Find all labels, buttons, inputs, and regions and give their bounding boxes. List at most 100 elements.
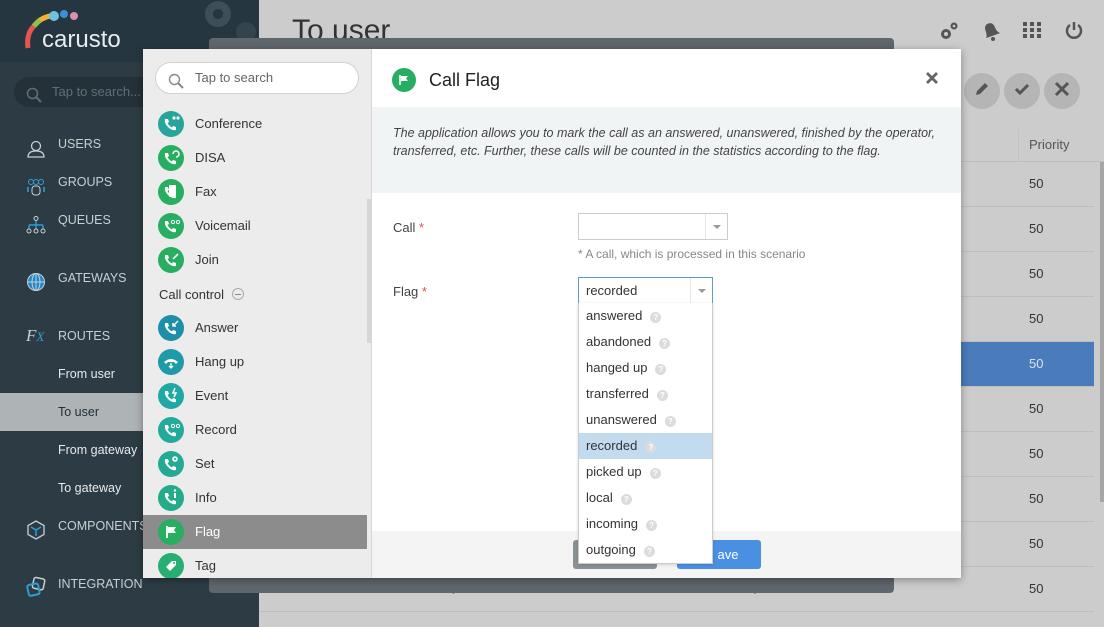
help-icon[interactable]: ? — [649, 468, 661, 479]
palette-group-call-control[interactable]: Call control — [159, 287, 245, 302]
flag-option[interactable]: unanswered? — [579, 407, 712, 433]
help-icon[interactable]: ? — [645, 442, 657, 453]
search-icon — [26, 84, 42, 114]
palette-search-input[interactable]: Tap to search — [155, 62, 359, 94]
flag-option[interactable]: hanged up? — [579, 355, 712, 381]
palette-item-flag[interactable]: Flag — [143, 515, 367, 549]
group-icon — [26, 173, 46, 196]
integration-icon — [26, 575, 46, 597]
flag-option[interactable]: local? — [579, 485, 712, 511]
palette-item-fax[interactable]: Fax — [143, 175, 367, 209]
palette-item-join[interactable]: Join — [143, 243, 367, 277]
logo[interactable]: carusto — [22, 8, 142, 56]
search-icon — [168, 70, 184, 100]
fax-icon — [158, 179, 184, 205]
palette-item-label: Info — [195, 490, 217, 505]
help-icon[interactable]: ? — [655, 364, 667, 375]
row-priority: 50 — [1029, 266, 1044, 281]
settings-icon[interactable] — [938, 20, 958, 42]
flag-option[interactable]: answered? — [579, 303, 712, 329]
help-icon[interactable]: ? — [643, 546, 655, 557]
row-priority: 50 — [1029, 491, 1044, 506]
flag-option-label: transferred — [586, 386, 649, 401]
nav-label: USERS — [58, 137, 102, 151]
flag-icon — [158, 519, 184, 545]
event-icon — [158, 383, 184, 409]
flag-option[interactable]: outgoing? — [579, 537, 712, 563]
flag-select[interactable]: recorded — [578, 277, 713, 304]
check-icon — [1013, 80, 1031, 103]
call-flag-dialog: Tap to search Conference DISA Fax Voicemail… — [143, 49, 961, 578]
top-toolbar — [938, 20, 1084, 42]
cancel-action-button[interactable] — [1044, 73, 1080, 109]
edit-button[interactable] — [964, 73, 1000, 109]
flag-option-label: outgoing — [586, 542, 636, 557]
palette-item-record[interactable]: Record — [143, 413, 367, 447]
row-priority: 50 — [1029, 356, 1044, 371]
palette-item-info[interactable]: Info — [143, 481, 367, 515]
row-priority: 50 — [1029, 536, 1044, 551]
palette-item-label: DISA — [195, 150, 226, 165]
apps-grid-icon[interactable] — [1022, 20, 1042, 42]
flag-icon — [392, 68, 416, 92]
fx-icon: fx — [26, 326, 45, 345]
set-icon — [158, 451, 184, 477]
palette-item-conference[interactable]: Conference — [143, 107, 367, 141]
user-icon — [26, 135, 46, 158]
row-priority: 50 — [1029, 311, 1044, 326]
flag-option[interactable]: incoming? — [579, 511, 712, 537]
nav-sub-label: To user — [58, 405, 99, 419]
help-icon[interactable]: ? — [659, 338, 671, 349]
dialog-description: The application allows you to mark the c… — [372, 107, 961, 193]
row-priority: 50 — [1029, 446, 1044, 461]
help-icon[interactable]: ? — [650, 312, 662, 323]
power-icon[interactable] — [1064, 20, 1084, 42]
call-field-hint: * A call, which is processed in this sce… — [578, 247, 806, 261]
palette-item-hang-up[interactable]: Hang up — [143, 345, 367, 379]
palette-item-event[interactable]: Event — [143, 379, 367, 413]
flag-option-label: hanged up — [586, 360, 648, 375]
table-scrollbar[interactable] — [1100, 162, 1104, 502]
palette-item-tag[interactable]: Tag — [143, 549, 367, 578]
flag-option[interactable]: transferred? — [579, 381, 712, 407]
nav-sub-label: From gateway — [58, 443, 138, 457]
confirm-button[interactable] — [1004, 73, 1040, 109]
queue-icon — [26, 211, 46, 234]
call-select[interactable] — [578, 213, 728, 240]
help-icon[interactable]: ? — [664, 416, 676, 427]
flag-options-dropdown: answered? abandoned? hanged up? transferred… — [578, 303, 713, 564]
dialog-header: Call Flag — [372, 49, 961, 107]
palette-item-label: Set — [195, 456, 215, 471]
help-icon[interactable]: ? — [620, 494, 632, 505]
flag-settings-panel: Call Flag The application allows you to … — [372, 49, 961, 578]
palette-item-label: Join — [195, 252, 219, 267]
answer-icon — [158, 315, 184, 341]
close-dialog-button[interactable] — [925, 69, 939, 89]
nav-label: INTEGRATION — [58, 577, 143, 591]
palette-item-voicemail[interactable]: Voicemail — [143, 209, 367, 243]
palette-item-label: Hang up — [195, 354, 245, 369]
palette-item-disa[interactable]: DISA — [143, 141, 367, 175]
help-icon[interactable]: ? — [656, 390, 668, 401]
flag-option[interactable]: abandoned? — [579, 329, 712, 355]
globe-icon — [26, 269, 46, 291]
palette-item-set[interactable]: Set — [143, 447, 367, 481]
nav-label: ROUTES — [58, 329, 111, 343]
call-field-label: Call * — [393, 220, 424, 235]
help-icon[interactable]: ? — [646, 520, 658, 531]
row-priority: 50 — [1029, 176, 1044, 191]
bell-icon[interactable] — [980, 20, 1001, 42]
flag-option[interactable]: recorded? — [579, 433, 712, 459]
flag-option[interactable]: picked up? — [579, 459, 712, 485]
required-mark: * — [419, 220, 425, 235]
palette-search-placeholder: Tap to search — [195, 70, 274, 85]
column-header-priority[interactable]: Priority — [1029, 137, 1069, 152]
row-priority: 50 — [1029, 401, 1044, 416]
conference-icon — [158, 111, 184, 137]
flag-option-label: answered — [586, 308, 643, 323]
palette-item-label: Voicemail — [195, 218, 251, 233]
collapse-icon[interactable] — [232, 288, 245, 300]
join-icon — [158, 247, 184, 273]
label-text: Call — [393, 220, 416, 235]
palette-item-answer[interactable]: Answer — [143, 311, 367, 345]
